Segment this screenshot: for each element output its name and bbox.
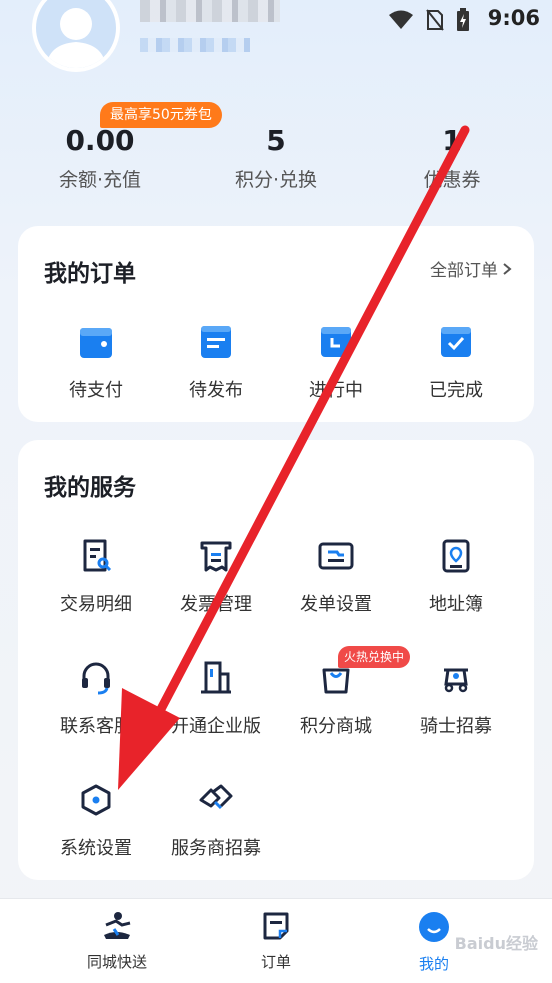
service-item-label: 积分商城 bbox=[300, 716, 372, 737]
service-item-label: 骑士招募 bbox=[420, 716, 492, 737]
courier-icon bbox=[104, 912, 131, 939]
all-orders-label: 全部订单 bbox=[430, 261, 498, 281]
user-id-blurred bbox=[140, 38, 250, 52]
order-completed[interactable]: 已完成 bbox=[396, 322, 516, 402]
handshake-icon bbox=[199, 784, 233, 810]
service-customer-support[interactable]: 联系客服 bbox=[36, 658, 156, 738]
nav-tab-same-city-delivery[interactable]: 同城快送 bbox=[57, 911, 177, 972]
stat-balance[interactable]: 0.00 余额·充值 bbox=[30, 124, 170, 192]
order-pending-payment[interactable]: 待支付 bbox=[36, 322, 156, 402]
service-system-settings[interactable]: 系统设置 bbox=[36, 780, 156, 860]
all-orders-link[interactable]: 全部订单 bbox=[430, 256, 512, 281]
service-transaction-details[interactable]: 交易明细 bbox=[36, 536, 156, 616]
service-item-label: 服务商招募 bbox=[171, 838, 261, 859]
order-item-label: 待发布 bbox=[189, 380, 243, 401]
default-avatar-icon bbox=[46, 8, 106, 68]
service-provider-recruitment[interactable]: 服务商招募 bbox=[156, 780, 276, 860]
service-item-label: 系统设置 bbox=[60, 838, 132, 859]
service-rider-recruitment[interactable]: 骑士招募 bbox=[396, 658, 516, 738]
order-in-progress[interactable]: 进行中 bbox=[276, 322, 396, 402]
check-icon bbox=[441, 327, 471, 357]
clock-icon bbox=[321, 327, 351, 357]
order-item-label: 待支付 bbox=[69, 380, 123, 401]
battery-charging-icon bbox=[457, 8, 469, 31]
receipt-search-icon bbox=[83, 539, 112, 572]
baidu-watermark: Baidu经验 bbox=[454, 934, 538, 953]
scooter-icon bbox=[444, 668, 468, 693]
order-to-publish[interactable]: 待发布 bbox=[156, 322, 276, 402]
service-item-label: 开通企业版 bbox=[171, 716, 261, 737]
wifi-icon bbox=[389, 10, 413, 29]
service-item-label: 地址簿 bbox=[429, 594, 483, 615]
profile-smile-icon bbox=[419, 912, 449, 942]
nav-label: 我的 bbox=[418, 955, 449, 973]
order-settings-icon bbox=[318, 542, 354, 570]
stat-label: 余额·充值 bbox=[58, 169, 142, 191]
services-title: 我的服务 bbox=[44, 475, 136, 501]
wallet-icon bbox=[80, 328, 112, 358]
no-sim-icon bbox=[426, 9, 444, 31]
nav-tab-orders[interactable]: 订单 bbox=[216, 911, 336, 972]
building-icon bbox=[201, 661, 231, 694]
stat-value: 5 bbox=[266, 124, 286, 157]
stat-value: 0.00 bbox=[65, 124, 135, 157]
document-icon bbox=[201, 326, 231, 358]
settings-hexagon-icon bbox=[81, 784, 111, 816]
service-item-label: 交易明细 bbox=[60, 594, 132, 615]
hot-exchange-badge: 火热兑换中 bbox=[338, 646, 411, 668]
stat-coupons[interactable]: 1 优惠券 bbox=[382, 124, 522, 192]
order-icon bbox=[263, 912, 289, 940]
headset-icon bbox=[82, 662, 110, 695]
avatar[interactable] bbox=[32, 0, 120, 72]
stat-label: 积分·兑换 bbox=[234, 169, 318, 191]
username-blurred bbox=[140, 0, 280, 22]
orders-title: 我的订单 bbox=[44, 261, 136, 287]
status-bar: 9:06 bbox=[352, 0, 552, 40]
service-address-book[interactable]: 地址簿 bbox=[396, 536, 516, 616]
orders-card: 我的订单 全部订单 待支付 待发布 进行中 已完成 bbox=[18, 226, 534, 422]
chevron-right-icon bbox=[503, 262, 512, 275]
nav-label: 订单 bbox=[260, 953, 291, 971]
clock-time: 9:06 bbox=[487, 6, 540, 30]
order-item-label: 进行中 bbox=[309, 380, 363, 401]
stat-value: 1 bbox=[442, 124, 462, 157]
stat-label: 优惠券 bbox=[423, 169, 481, 191]
invoice-icon bbox=[200, 541, 232, 572]
service-invoice-management[interactable]: 发票管理 bbox=[156, 536, 276, 616]
service-order-settings[interactable]: 发单设置 bbox=[276, 536, 396, 616]
nav-label: 同城快送 bbox=[86, 953, 147, 971]
stat-points[interactable]: 5 积分·兑换 bbox=[206, 124, 346, 192]
order-item-label: 已完成 bbox=[429, 380, 483, 401]
service-item-label: 发票管理 bbox=[180, 594, 252, 615]
service-points-mall[interactable]: 积分商城 bbox=[276, 658, 396, 738]
service-item-label: 联系客服 bbox=[60, 716, 132, 737]
service-enterprise-edition[interactable]: 开通企业版 bbox=[156, 658, 276, 738]
address-book-icon bbox=[442, 539, 470, 573]
service-item-label: 发单设置 bbox=[300, 594, 372, 615]
services-card: 我的服务 交易明细 发票管理 发单设置 地址簿 联系客服 开通企业版 积分商城 … bbox=[18, 440, 534, 880]
